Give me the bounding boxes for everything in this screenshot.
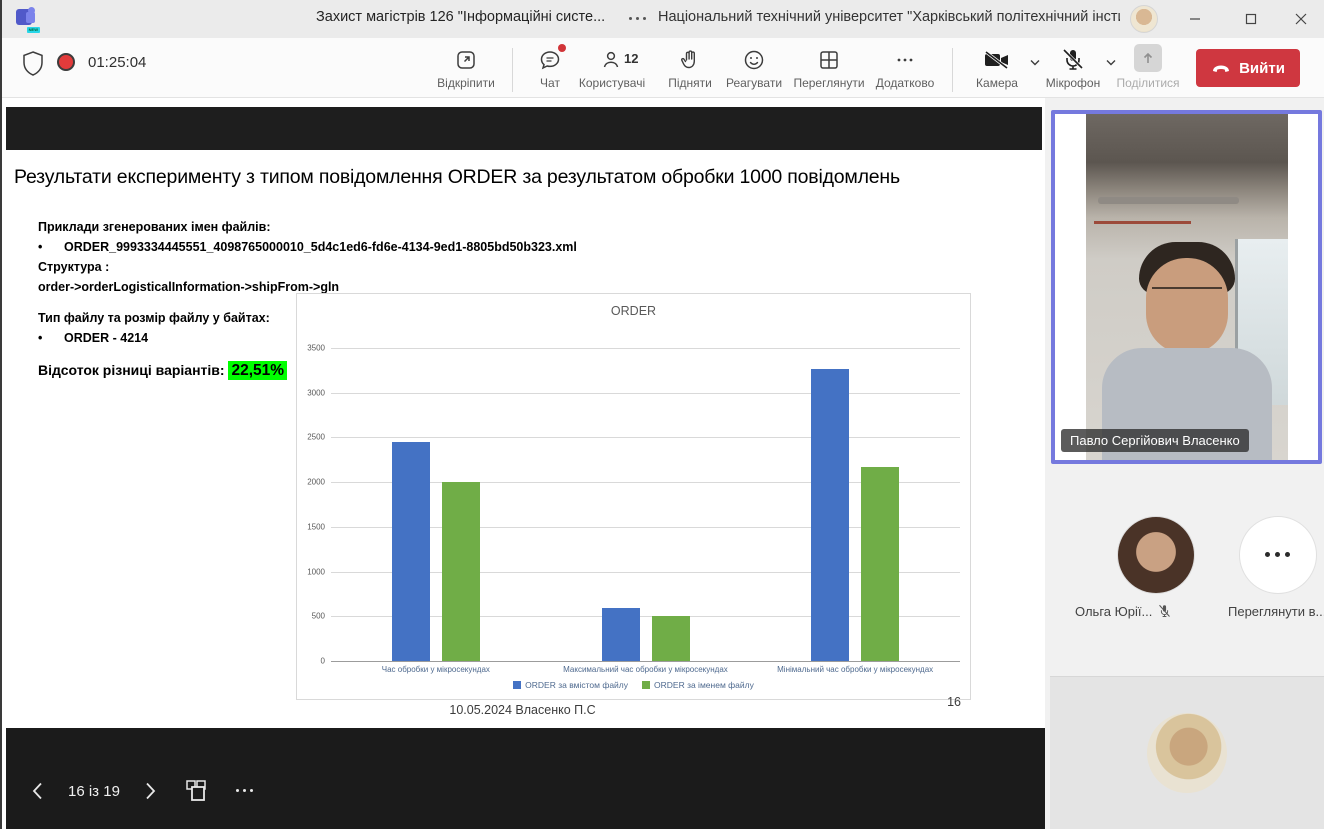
unpin-button[interactable]: Відкріпити <box>424 46 508 90</box>
teams-new-badge: NEW <box>27 27 40 33</box>
chart-title: ORDER <box>297 304 970 318</box>
y-tick-label: 1500 <box>307 522 325 531</box>
meeting-title: Захист магістрів 126 "Інформаційні систе… <box>316 9 616 25</box>
grid-view-icon <box>787 46 871 72</box>
slide-page-number: 16 <box>947 695 961 709</box>
titlebar-more-icon[interactable] <box>626 8 650 30</box>
category-label: Максимальний час обробки у мікросекундах <box>541 666 751 675</box>
y-tick-label: 3500 <box>307 344 325 353</box>
hangup-icon <box>1211 63 1231 73</box>
leave-label: Вийти <box>1239 60 1285 77</box>
participants-count: 12 <box>624 51 638 66</box>
gridline <box>331 661 960 662</box>
slide-text-structure-path: order->orderLogisticalInformation->shipF… <box>38 280 339 294</box>
participant-photo-avatar <box>1147 713 1227 793</box>
y-tick-label: 500 <box>312 612 325 621</box>
category-label: Мінімальний час обробки у мікросекундах <box>750 666 960 675</box>
react-button[interactable]: Реагувати <box>712 46 796 90</box>
people-icon: 12 <box>570 46 654 72</box>
order-bar-chart: ORDER 0500100015002000250030003500Час об… <box>296 293 971 700</box>
smiley-icon <box>712 46 796 72</box>
gridline <box>331 393 960 394</box>
y-tick-label: 0 <box>321 657 325 666</box>
maximize-button[interactable] <box>1228 0 1274 38</box>
view-button[interactable]: Переглянути <box>787 46 871 90</box>
mic-off-icon <box>1028 46 1118 72</box>
gridline <box>331 348 960 349</box>
y-tick-label: 2000 <box>307 478 325 487</box>
next-slide-button[interactable] <box>138 778 164 804</box>
previous-slide-button[interactable] <box>24 778 50 804</box>
share-button: Поділитися <box>1106 46 1190 90</box>
more-actions-button[interactable]: Додатково <box>863 46 947 90</box>
chart-plot-area: 0500100015002000250030003500Час обробки … <box>331 348 960 661</box>
bar <box>652 616 690 661</box>
minimize-button[interactable] <box>1172 0 1218 38</box>
legend-item: ORDER за іменем файлу <box>642 680 754 690</box>
stage-bottom-bar: 16 із 19 <box>6 728 1045 829</box>
bullet: • <box>38 240 64 254</box>
y-tick-label: 1000 <box>307 567 325 576</box>
bar <box>602 608 640 661</box>
slide-text-size-value: ORDER - 4214 <box>64 331 148 345</box>
share-icon <box>1106 46 1190 72</box>
recording-indicator-icon <box>57 53 75 71</box>
slide-footer: 10.05.2024 Власенко П.С <box>0 703 1045 717</box>
teams-logo-icon: NEW <box>14 7 38 31</box>
percent-line: Відсоток різниці варіантів: 22,51% <box>38 362 287 380</box>
bar <box>442 482 480 661</box>
participant-name-label: Ольга Юрії... <box>1075 604 1172 619</box>
speaker-video-tile[interactable]: Павло Сергійович Власенко <box>1051 110 1322 464</box>
slide-title: Результати експерименту з типом повідомл… <box>14 166 1024 189</box>
participants-button[interactable]: 12 Користувачі <box>570 46 654 90</box>
mic-button[interactable]: Мікрофон <box>1028 46 1118 90</box>
pagination-label: 16 із 19 <box>68 783 120 800</box>
slide: Результати експерименту з типом повідомл… <box>0 150 1045 726</box>
organization-name: Національний технічний університет "Харк… <box>658 9 1120 25</box>
bar <box>861 467 899 661</box>
slide-text-structure-heading: Структура : <box>38 260 109 274</box>
participant-avatar[interactable] <box>1118 517 1194 593</box>
percent-value-highlight: 22,51% <box>228 361 287 380</box>
thumbnail-grid-icon[interactable] <box>182 776 212 806</box>
bar <box>392 442 430 661</box>
mic-muted-icon <box>1157 604 1172 619</box>
ellipsis-icon <box>1265 552 1291 558</box>
leave-button[interactable]: Вийти <box>1196 49 1300 87</box>
slide-text-size-heading: Тип файлу та розмір файлу у байтах: <box>38 311 270 325</box>
y-tick-label: 2500 <box>307 433 325 442</box>
more-icon <box>863 46 947 72</box>
chat-notification-dot <box>558 44 566 52</box>
account-avatar[interactable] <box>1130 5 1158 33</box>
percent-label: Відсоток різниці варіантів: <box>38 362 225 378</box>
shield-icon <box>22 51 44 77</box>
slide-text-filename: ORDER_9993334445551_4098765000010_5d4c1e… <box>64 240 577 254</box>
meeting-toolbar: 01:25:04 Відкріпити Чат 12 Користувачі П… <box>0 38 1324 98</box>
bar <box>811 369 849 661</box>
category-label: Час обробки у мікросекундах <box>331 666 541 675</box>
presentation-more-icon[interactable] <box>230 776 260 806</box>
slide-pagination: 16 із 19 <box>24 776 260 806</box>
view-more-label: Переглянути в... <box>1228 604 1324 619</box>
close-button[interactable] <box>1278 0 1324 38</box>
view-more-participants-button[interactable] <box>1240 517 1316 593</box>
self-video-tile[interactable] <box>1050 676 1324 829</box>
speaker-name-tag: Павло Сергійович Власенко <box>1061 429 1249 452</box>
participants-panel: Павло Сергійович Власенко Ольга Юрії... … <box>1045 98 1324 829</box>
legend-item: ORDER за вмістом файлу <box>513 680 628 690</box>
stage-top-bar <box>6 107 1042 150</box>
bullet: • <box>38 331 64 345</box>
speaker-video <box>1086 114 1288 460</box>
slide-text-examples-heading: Приклади згенерованих імен файлів: <box>38 220 271 234</box>
y-tick-label: 3000 <box>307 388 325 397</box>
presentation-stage: Результати експерименту з типом повідомл… <box>0 98 1045 829</box>
popout-icon <box>424 46 508 72</box>
title-bar: NEW Захист магістрів 126 "Інформаційні с… <box>0 0 1324 38</box>
gridline <box>331 437 960 438</box>
chart-legend: ORDER за вмістом файлу ORDER за іменем фа… <box>297 680 970 690</box>
recording-timer: 01:25:04 <box>88 54 146 71</box>
window-edge <box>0 0 2 829</box>
